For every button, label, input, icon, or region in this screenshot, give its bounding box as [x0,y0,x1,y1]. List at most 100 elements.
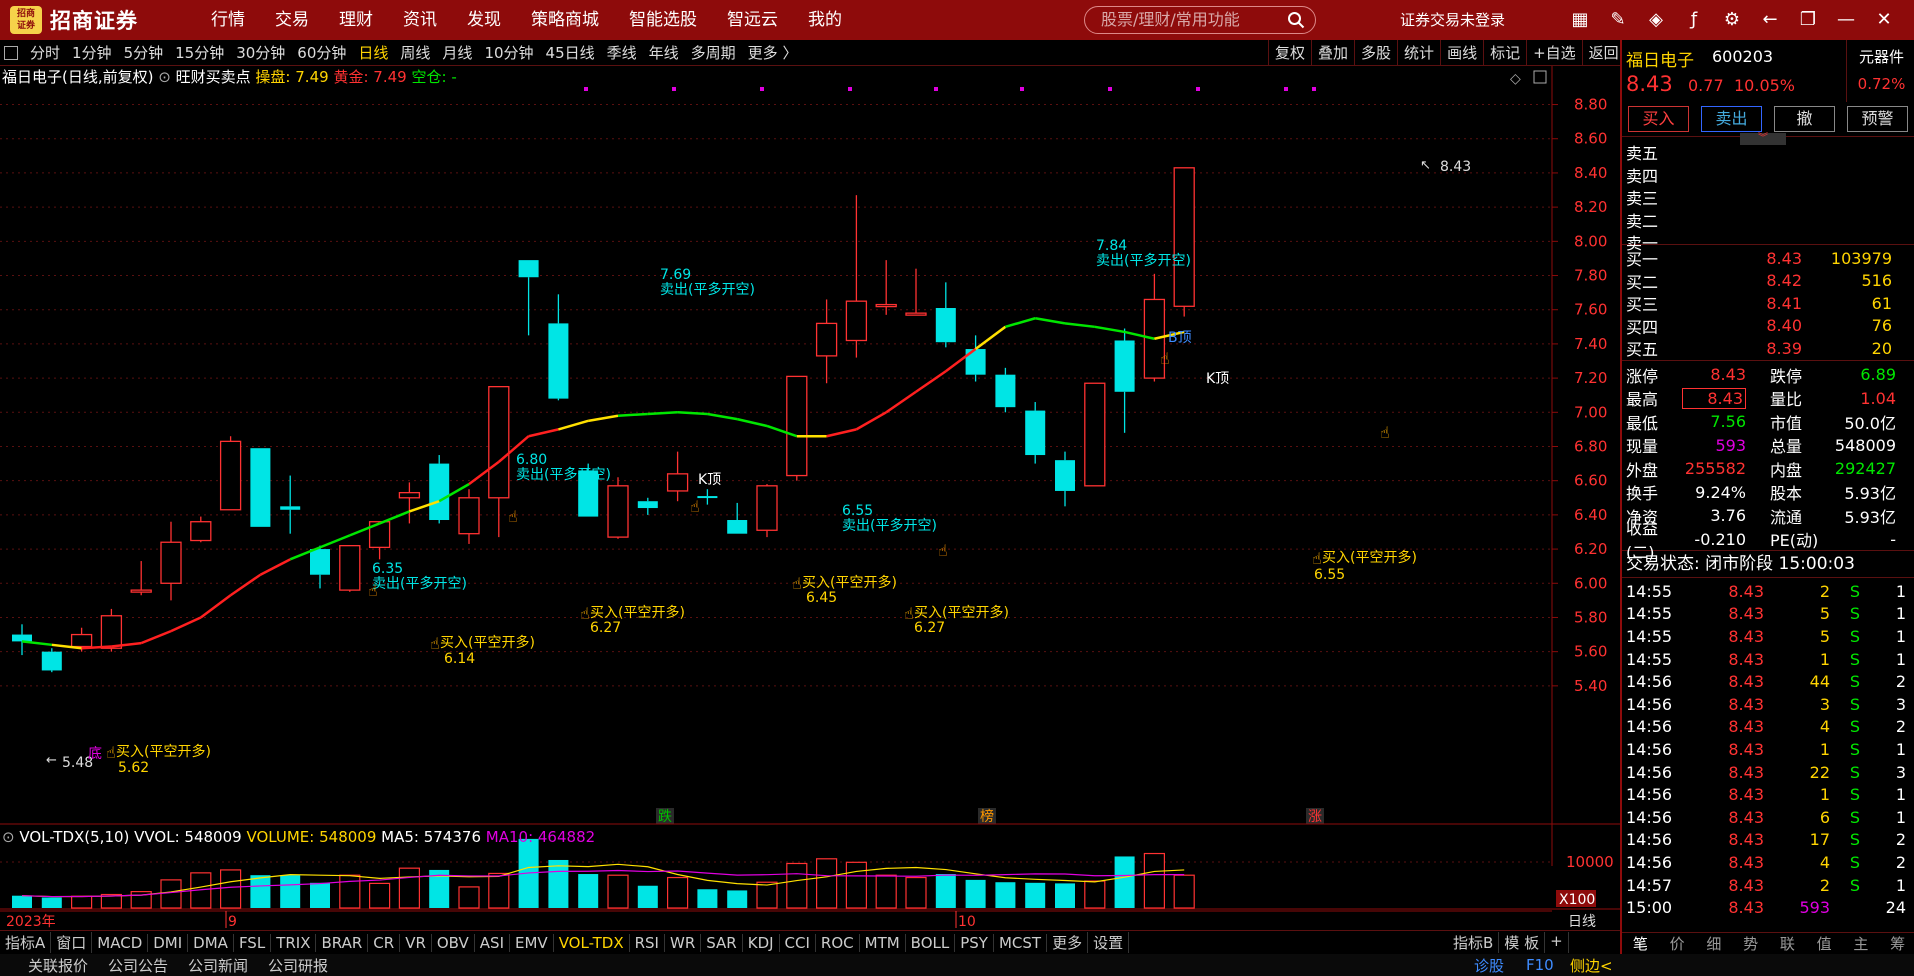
candle-body-down[interactable] [429,463,450,521]
candle-body-up[interactable] [845,300,868,342]
nav-discover[interactable]: 发现 [452,0,516,40]
period-monthly[interactable]: 月线 [436,42,478,63]
indicator-tab[interactable]: KDJ [743,933,780,952]
alert-button[interactable]: 预警 [1847,106,1908,132]
candle-body-up[interactable] [756,485,778,531]
period-30min[interactable]: 30分钟 [230,42,291,63]
edit-icon[interactable]: ✎ [1606,8,1630,32]
indicator-tab[interactable]: 指标A [0,932,52,953]
restore-icon[interactable]: ❐ [1796,8,1820,32]
candle-body-up[interactable] [875,303,897,308]
period-15min[interactable]: 15分钟 [169,42,230,63]
indicator-tab-right[interactable]: 指标B [1448,932,1500,953]
candle-body-up[interactable] [339,545,361,591]
status-f10[interactable]: F10 [1526,956,1554,974]
nav-strategy-mall[interactable]: 策略商城 [516,0,614,40]
status-link-news[interactable]: 公司新闻 [178,955,258,976]
period-daily[interactable]: 日线 [352,42,394,63]
candle-body-down[interactable] [548,323,569,399]
quote-tab[interactable]: 价 [1670,933,1685,954]
candle-body-up[interactable] [160,541,182,584]
candle-body-up[interactable] [398,492,421,499]
formula-icon[interactable]: ƒ [1682,8,1706,32]
indicator-tab[interactable]: OBV [432,933,475,952]
indicator-tab[interactable]: MACD [92,933,149,952]
bid-row[interactable]: 买三 8.41 61 [1622,292,1914,315]
quote-tab[interactable]: 联 [1780,933,1795,954]
period-more[interactable]: 更多 〉 [742,42,804,63]
minimize-icon[interactable]: — [1834,8,1858,32]
period-fenshi[interactable]: 分时 [24,42,66,63]
collapse-icon[interactable]: ︾ [1740,133,1786,145]
candle-body-up[interactable] [905,312,927,316]
candle-body-down[interactable] [727,520,748,534]
candle-body-up[interactable] [607,485,629,538]
cancel-button[interactable]: 撤 [1774,106,1835,132]
sell-button[interactable]: 卖出 [1701,106,1762,132]
candle-body-down[interactable] [995,374,1016,408]
candle-body-down[interactable] [12,634,32,642]
status-sidebar[interactable]: 侧边< [1570,955,1613,976]
candle-body-up[interactable] [666,473,689,492]
period-60min[interactable]: 60分钟 [291,42,352,63]
candle-body-down[interactable] [250,448,271,527]
tool-multi-stock[interactable]: 多股 [1354,40,1397,66]
candle-body-up[interactable] [190,521,212,542]
period-10min[interactable]: 10分钟 [478,42,539,63]
buy-button[interactable]: 买入 [1628,106,1689,132]
candle-body-up[interactable] [100,615,123,649]
candle-body-down[interactable] [1025,410,1046,456]
vol-toggle-icon[interactable]: ⊙ [2,828,15,846]
cube-icon[interactable]: ◈ [1644,8,1668,32]
indicator-tab[interactable]: 设置 [1088,932,1130,953]
indicator-tab[interactable]: BRAR [316,933,369,952]
indicator-tab[interactable]: 更多 [1047,932,1089,953]
candle-body-down[interactable] [1114,340,1135,392]
candle-body-down[interactable] [697,496,718,499]
search-input[interactable]: 股票/理财/常用功能 [1084,6,1316,34]
indicator-tab[interactable]: SAR [701,933,743,952]
indicator-tab[interactable]: BOLL [906,933,956,952]
quote-tab[interactable]: 值 [1817,933,1832,954]
tool-add-watchlist[interactable]: +自选 [1526,40,1582,66]
tool-stats[interactable]: 统计 [1397,40,1440,66]
kline-chart[interactable]: 6.35卖出(平多开空)☝6.80卖出(平多开空)☝7.69卖出(平多开空)☝ 6… [0,66,1620,954]
candle-body-down[interactable] [41,651,62,671]
indicator-tab[interactable]: VOL-TDX [554,933,630,952]
indicator-tab-right[interactable]: 模 板 [1499,932,1546,953]
candle-body-up[interactable] [786,375,808,477]
indicator-tab[interactable]: ASI [475,933,510,952]
tool-draw[interactable]: 画线 [1440,40,1483,66]
nav-zhiyuan-cloud[interactable]: 智远云 [712,0,793,40]
tool-return[interactable]: 返回 [1581,40,1625,66]
candle-body-down[interactable] [310,549,330,575]
candle-body-up[interactable] [1173,167,1195,307]
diamond-icon[interactable]: ◇ [1510,71,1521,87]
bid-row[interactable]: 买二 8.42 516 [1622,270,1914,293]
period-45day[interactable]: 45日线 [540,42,601,63]
panel-toggle-icon[interactable] [4,45,18,60]
candle-body-down[interactable] [637,501,658,509]
quote-tab[interactable]: 笔 [1633,933,1648,954]
indicator-tab[interactable]: ROC [816,933,860,952]
tool-fuquan[interactable]: 复权 [1268,40,1311,66]
status-diagnose[interactable]: 诊股 [1474,955,1504,976]
period-quarterly[interactable]: 季线 [601,42,643,63]
candle-body-up[interactable] [1084,382,1106,487]
indicator-tab[interactable]: CCI [780,933,816,952]
indicator-tab[interactable]: DMI [148,933,189,952]
indicator-tab[interactable]: VR [400,933,432,952]
quote-tab[interactable]: 主 [1853,933,1868,954]
candle-body-up[interactable] [70,633,93,648]
tick-list[interactable]: 14:55 8.43 2 S 1 14:55 8.43 5 S 1 14:55 8.43 5 S 1 14:5… [1622,578,1914,919]
nav-smart-pick[interactable]: 智能选股 [614,0,712,40]
bid-row[interactable]: 买五 8.39 20 [1622,337,1914,360]
period-1min[interactable]: 1分钟 [66,42,118,63]
nav-trade[interactable]: 交易 [260,0,324,40]
close-icon[interactable]: ✕ [1872,8,1896,32]
indicator-tab-right[interactable]: + [1545,932,1569,953]
candle-body-down[interactable] [1055,460,1075,491]
period-5min[interactable]: 5分钟 [118,42,170,63]
period-yearly[interactable]: 年线 [643,42,685,63]
indicator-tab[interactable]: PSY [955,933,994,952]
